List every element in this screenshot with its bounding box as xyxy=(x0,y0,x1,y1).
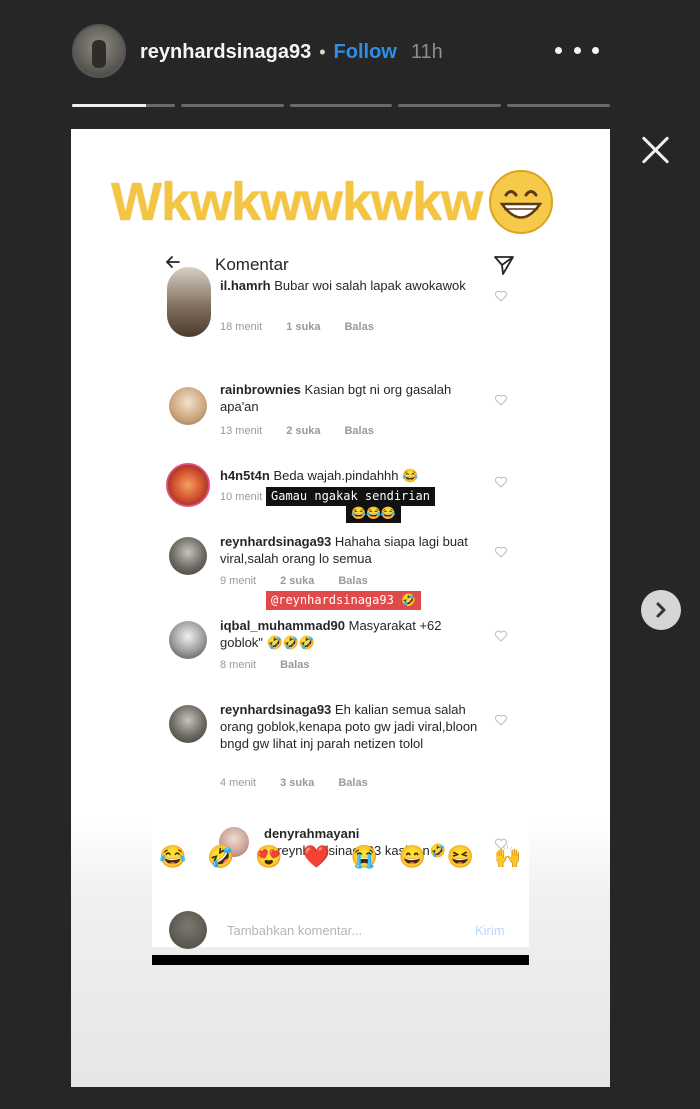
commenter-avatar xyxy=(169,705,207,743)
comment-text: reynhardsinaga93 Hahaha siapa lagi buat … xyxy=(220,534,468,566)
own-avatar xyxy=(169,911,207,949)
user-avatar[interactable] xyxy=(72,24,126,78)
close-icon[interactable] xyxy=(640,134,672,166)
emoji-red-heart: ❤️ xyxy=(302,844,331,869)
commenter-avatar xyxy=(166,463,210,507)
story-header: reynhardsinaga93 • Follow 11h xyxy=(0,0,700,110)
username[interactable]: reynhardsinaga93 xyxy=(140,41,311,64)
commenter-avatar xyxy=(169,537,207,575)
commenter-avatar xyxy=(167,267,211,337)
comment-text: rainbrownies Kasian bgt ni org gasalah a… xyxy=(220,382,452,414)
sticker-emojis: 😂😂😂 xyxy=(346,504,401,523)
comments-title: Komentar xyxy=(215,255,289,274)
send-icon xyxy=(494,256,514,275)
progress-segment xyxy=(507,104,610,107)
follow-button[interactable]: Follow xyxy=(334,41,397,64)
emoji-crying: 😭 xyxy=(350,844,379,869)
comment-meta: 9 menit 2 suka Balas xyxy=(220,575,368,587)
separator-dot: • xyxy=(319,41,326,62)
comment-text: h4n5t4n Beda wajah.pindahhh 😂 xyxy=(220,468,419,483)
progress-segment xyxy=(398,104,502,107)
emoji-smile: 😄 xyxy=(398,844,427,869)
post-time: 11h xyxy=(410,40,443,63)
progress-segment xyxy=(289,104,393,107)
comment-meta: 13 menit 2 suka Balas xyxy=(220,425,374,437)
story-frame[interactable]: Wkwkwwkwkw Komentar il.hamrh Bubar woi s… xyxy=(71,129,610,1087)
emoji-heart-eyes: 😍 xyxy=(254,844,283,869)
user-line: reynhardsinaga93 • Follow 11h xyxy=(140,37,443,67)
caption-text: Wkwkwwkwkw xyxy=(111,172,483,232)
comment-meta: 4 menit 3 suka Balas xyxy=(220,777,368,789)
comment-input-row: Tambahkan komentar... Kirim xyxy=(152,909,529,953)
comment-text: iqbal_muhammad90 Masyarakat +62 goblok" … xyxy=(220,618,442,650)
emoji-laughing: 😆 xyxy=(446,844,474,869)
story-caption: Wkwkwwkwkw xyxy=(111,169,554,235)
commenter-avatar xyxy=(169,387,207,425)
comment-meta: 18 menit 1 suka Balas xyxy=(220,321,374,333)
heart-icon xyxy=(494,290,508,302)
story-progress-bar xyxy=(72,104,610,108)
progress-segment xyxy=(72,104,175,107)
mention-sticker: @reynhardsinaga93 🤣 xyxy=(266,591,421,610)
screenshot-bottom-bar xyxy=(152,955,529,965)
next-story-button[interactable] xyxy=(641,590,681,630)
progress-segment xyxy=(180,104,284,107)
chevron-right-icon xyxy=(656,602,666,618)
emoji-joy: 😂 xyxy=(159,844,187,869)
comment-input-placeholder: Tambahkan komentar... xyxy=(227,923,363,938)
comment-meta: 8 menit Balas xyxy=(220,659,310,671)
emoji-rofl: 🤣 xyxy=(207,844,235,869)
heart-icon xyxy=(494,630,508,642)
comment-text: il.hamrh Bubar woi salah lapak awokawok xyxy=(220,278,466,293)
comment-send-label: Kirim xyxy=(475,923,505,938)
heart-icon xyxy=(494,394,508,406)
comment-meta: 10 menit xyxy=(220,491,263,503)
comment-text: reynhardsinaga93 Eh kalian semua salah o… xyxy=(220,702,478,751)
emoji-reaction-bar: 😂 🤣 😍 ❤️ 😭 😄 😆 🙌 xyxy=(71,837,610,877)
more-options-icon[interactable] xyxy=(555,36,599,64)
grinning-emoji-icon xyxy=(489,170,554,234)
emoji-raised-hands: 🙌 xyxy=(494,844,522,869)
heart-icon xyxy=(494,476,508,488)
heart-icon xyxy=(494,714,508,726)
heart-icon xyxy=(494,546,508,558)
commenter-avatar xyxy=(169,621,207,659)
